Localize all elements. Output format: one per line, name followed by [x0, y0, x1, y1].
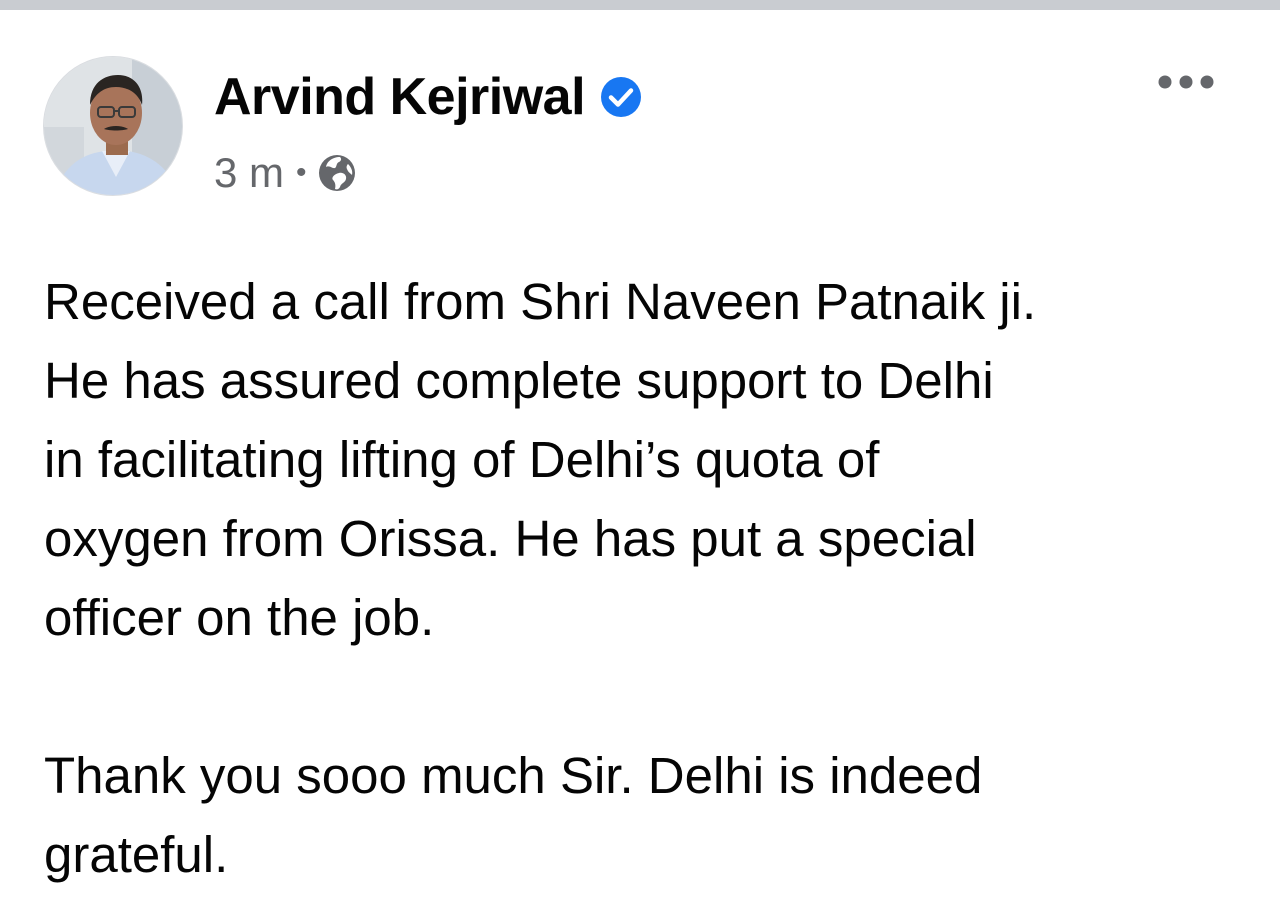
author-name[interactable]: Arvind Kejriwal [214, 66, 586, 128]
post-paragraph-1: Received a call from Shri Naveen Patnaik… [44, 273, 1037, 646]
more-options-button[interactable] [1150, 60, 1222, 104]
post-timestamp[interactable]: 3 m [214, 148, 284, 198]
meta-separator: • [296, 156, 307, 189]
post-text: Received a call from Shri Naveen Patnaik… [44, 262, 1259, 894]
more-options-icon [1158, 75, 1214, 89]
avatar[interactable] [43, 56, 183, 196]
verified-badge-icon [599, 75, 643, 119]
top-strip [0, 0, 1280, 10]
globe-icon [317, 153, 357, 193]
author-row: Arvind Kejriwal [214, 66, 643, 128]
post-meta: 3 m • [214, 148, 357, 198]
facebook-post: Arvind Kejriwal 3 m • Received a call fr… [0, 10, 1280, 912]
post-paragraph-2: Thank you sooo much Sir. Delhi is indeed… [44, 747, 983, 883]
